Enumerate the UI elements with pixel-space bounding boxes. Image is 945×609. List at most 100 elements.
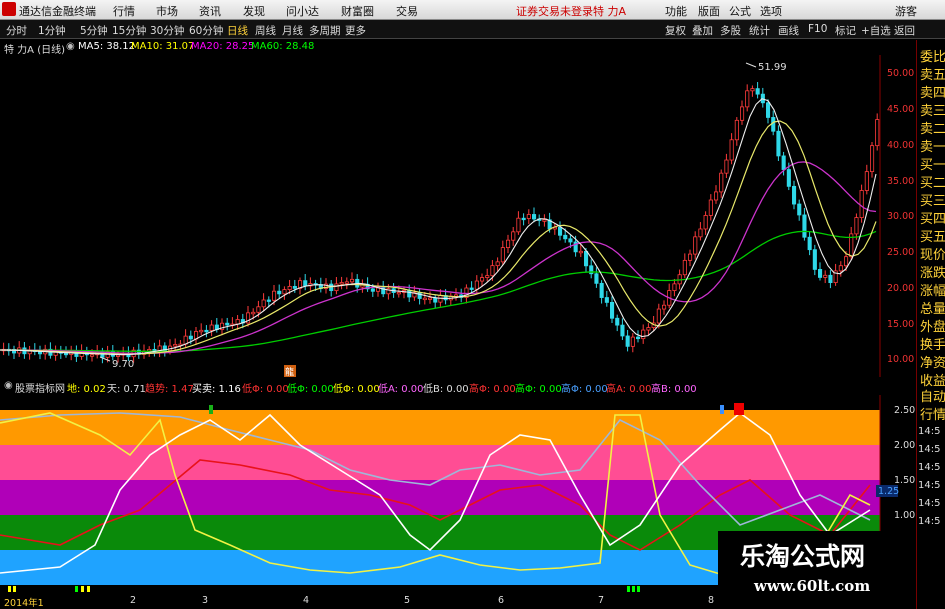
candle — [370, 288, 375, 292]
period-tab-15min[interactable]: 15分钟 — [112, 23, 146, 38]
candle — [875, 119, 880, 147]
high-price-label: 51.99 — [758, 62, 787, 73]
candle — [750, 88, 755, 92]
candle — [396, 292, 401, 295]
candle — [854, 217, 859, 235]
app-logo-icon — [2, 2, 16, 16]
period-tab-timeline[interactable]: 分时 — [6, 23, 27, 38]
candle — [568, 238, 573, 243]
guest-button[interactable]: 游客 — [895, 3, 917, 19]
tick-time: 14:5 — [918, 480, 941, 491]
menu-item-market[interactable]: 市场 — [156, 3, 178, 19]
candle — [771, 117, 776, 132]
candle — [261, 299, 266, 308]
indicator-tick: 1.50 — [894, 475, 916, 486]
candle — [792, 185, 797, 205]
menu-item-ask[interactable]: 问小达 — [286, 3, 319, 19]
menu-item-wealth[interactable]: 财富圈 — [341, 3, 374, 19]
tool-mark[interactable]: 标记 — [835, 23, 856, 38]
period-tab-more[interactable]: 更多 — [345, 23, 366, 38]
candle — [864, 171, 869, 191]
tick-time: 14:5 — [918, 462, 941, 473]
tool-add-favorite[interactable]: +自选 — [861, 23, 891, 38]
menu-item-discover[interactable]: 发现 — [243, 3, 265, 19]
main-chart-legend: 特 力A (日线) ◉ MA5: 38.12 MA10: 31.07 MA20:… — [0, 39, 945, 56]
menu-bar: 通达信金融终端 行情 市场 资讯 发现 问小达 财富圈 交易 证券交易未登录 特… — [0, 0, 945, 20]
app-name: 通达信金融终端 — [19, 5, 96, 18]
login-notice: 证券交易未登录 — [516, 5, 593, 18]
date-tick: 6 — [498, 595, 505, 606]
price-tick: 35.00 — [887, 176, 915, 187]
candle — [604, 297, 609, 303]
tool-draw-line[interactable]: 画线 — [778, 23, 799, 38]
candle — [407, 290, 412, 298]
candle — [802, 214, 807, 238]
candle — [479, 277, 485, 282]
signal-bar-blue — [720, 405, 724, 414]
indicator-value-trend: 趋势: 1.47 — [145, 384, 194, 395]
candle — [188, 335, 193, 340]
side-tab-quotes[interactable]: 行情 — [920, 404, 945, 423]
tool-restore-rights[interactable]: 复权 — [665, 23, 686, 38]
candle — [807, 236, 812, 251]
period-tab-30min[interactable]: 30分钟 — [150, 23, 184, 38]
period-tab-weekly[interactable]: 周线 — [255, 23, 276, 38]
indicator-value-lowb: 低B: 0.00 — [423, 384, 469, 395]
period-tab-60min[interactable]: 60分钟 — [189, 23, 223, 38]
period-tab-monthly[interactable]: 月线 — [282, 23, 303, 38]
candle — [641, 329, 646, 340]
candle — [672, 283, 677, 291]
side-label-bid4: 买四 — [920, 212, 945, 227]
menu-item-layout[interactable]: 版面 — [698, 3, 720, 19]
ma10-line — [0, 120, 877, 355]
menu-item-formula[interactable]: 公式 — [729, 3, 751, 19]
candle — [786, 169, 791, 187]
indicator-legend: ◉ 股票指标网 地: 0.02 天: 0.71 趋势: 1.47 买卖: 1.1… — [0, 378, 945, 395]
candle — [797, 203, 802, 216]
tool-f10[interactable]: F10 — [808, 23, 827, 35]
period-tab-1min[interactable]: 1分钟 — [38, 23, 66, 38]
tool-statistics[interactable]: 统计 — [749, 23, 770, 38]
date-tick: 4 — [303, 595, 310, 606]
period-tab-multi[interactable]: 多周期 — [309, 23, 341, 38]
menu-item-news[interactable]: 资讯 — [199, 3, 221, 19]
side-label-ask4: 卖四 — [920, 86, 945, 101]
period-tab-5min[interactable]: 5分钟 — [80, 23, 108, 38]
tick-time: 14:5 — [918, 516, 941, 527]
legend-dot-icon: ◉ — [66, 41, 75, 52]
tool-multi-stock[interactable]: 多股 — [720, 23, 741, 38]
signal-tick — [637, 586, 640, 592]
candle — [532, 214, 537, 220]
ma20-label: MA20: 28.25 — [191, 41, 255, 52]
menu-item-trade[interactable]: 交易 — [396, 3, 418, 19]
tool-back[interactable]: 返回 — [894, 23, 915, 38]
candle — [818, 269, 823, 278]
candle — [90, 354, 95, 357]
signal-tick — [13, 586, 16, 592]
period-tab-daily[interactable]: 日线 — [227, 23, 248, 38]
candle — [828, 274, 833, 283]
menu-item-quotes[interactable]: 行情 — [113, 3, 135, 19]
price-chart[interactable]: 51.99 9.70 龍 — [0, 55, 916, 377]
candle — [844, 256, 849, 267]
menu-item-options[interactable]: 选项 — [760, 3, 782, 19]
side-label-bid1: 买一 — [920, 158, 945, 173]
side-label-volume: 总量 — [920, 302, 945, 317]
date-tick: 5 — [404, 595, 411, 606]
candle — [334, 283, 339, 292]
chart-title: 特 力A (日线) — [4, 45, 66, 56]
indicator-value-low1: 低Φ: 0.00 — [242, 384, 289, 395]
indicator-tick: 2.00 — [894, 440, 916, 451]
candle — [183, 335, 188, 345]
side-label-change-pct: 涨幅 — [920, 284, 945, 299]
candle — [511, 231, 516, 241]
candle — [469, 287, 474, 290]
candle — [204, 329, 209, 333]
candle — [485, 275, 490, 278]
candle — [199, 329, 204, 333]
side-tab-auto[interactable]: 自动 — [920, 386, 945, 405]
indicator-name[interactable]: 股票指标网 — [15, 380, 65, 395]
candle — [271, 290, 277, 301]
tool-overlay[interactable]: 叠加 — [692, 23, 713, 38]
menu-item-function[interactable]: 功能 — [665, 3, 687, 19]
